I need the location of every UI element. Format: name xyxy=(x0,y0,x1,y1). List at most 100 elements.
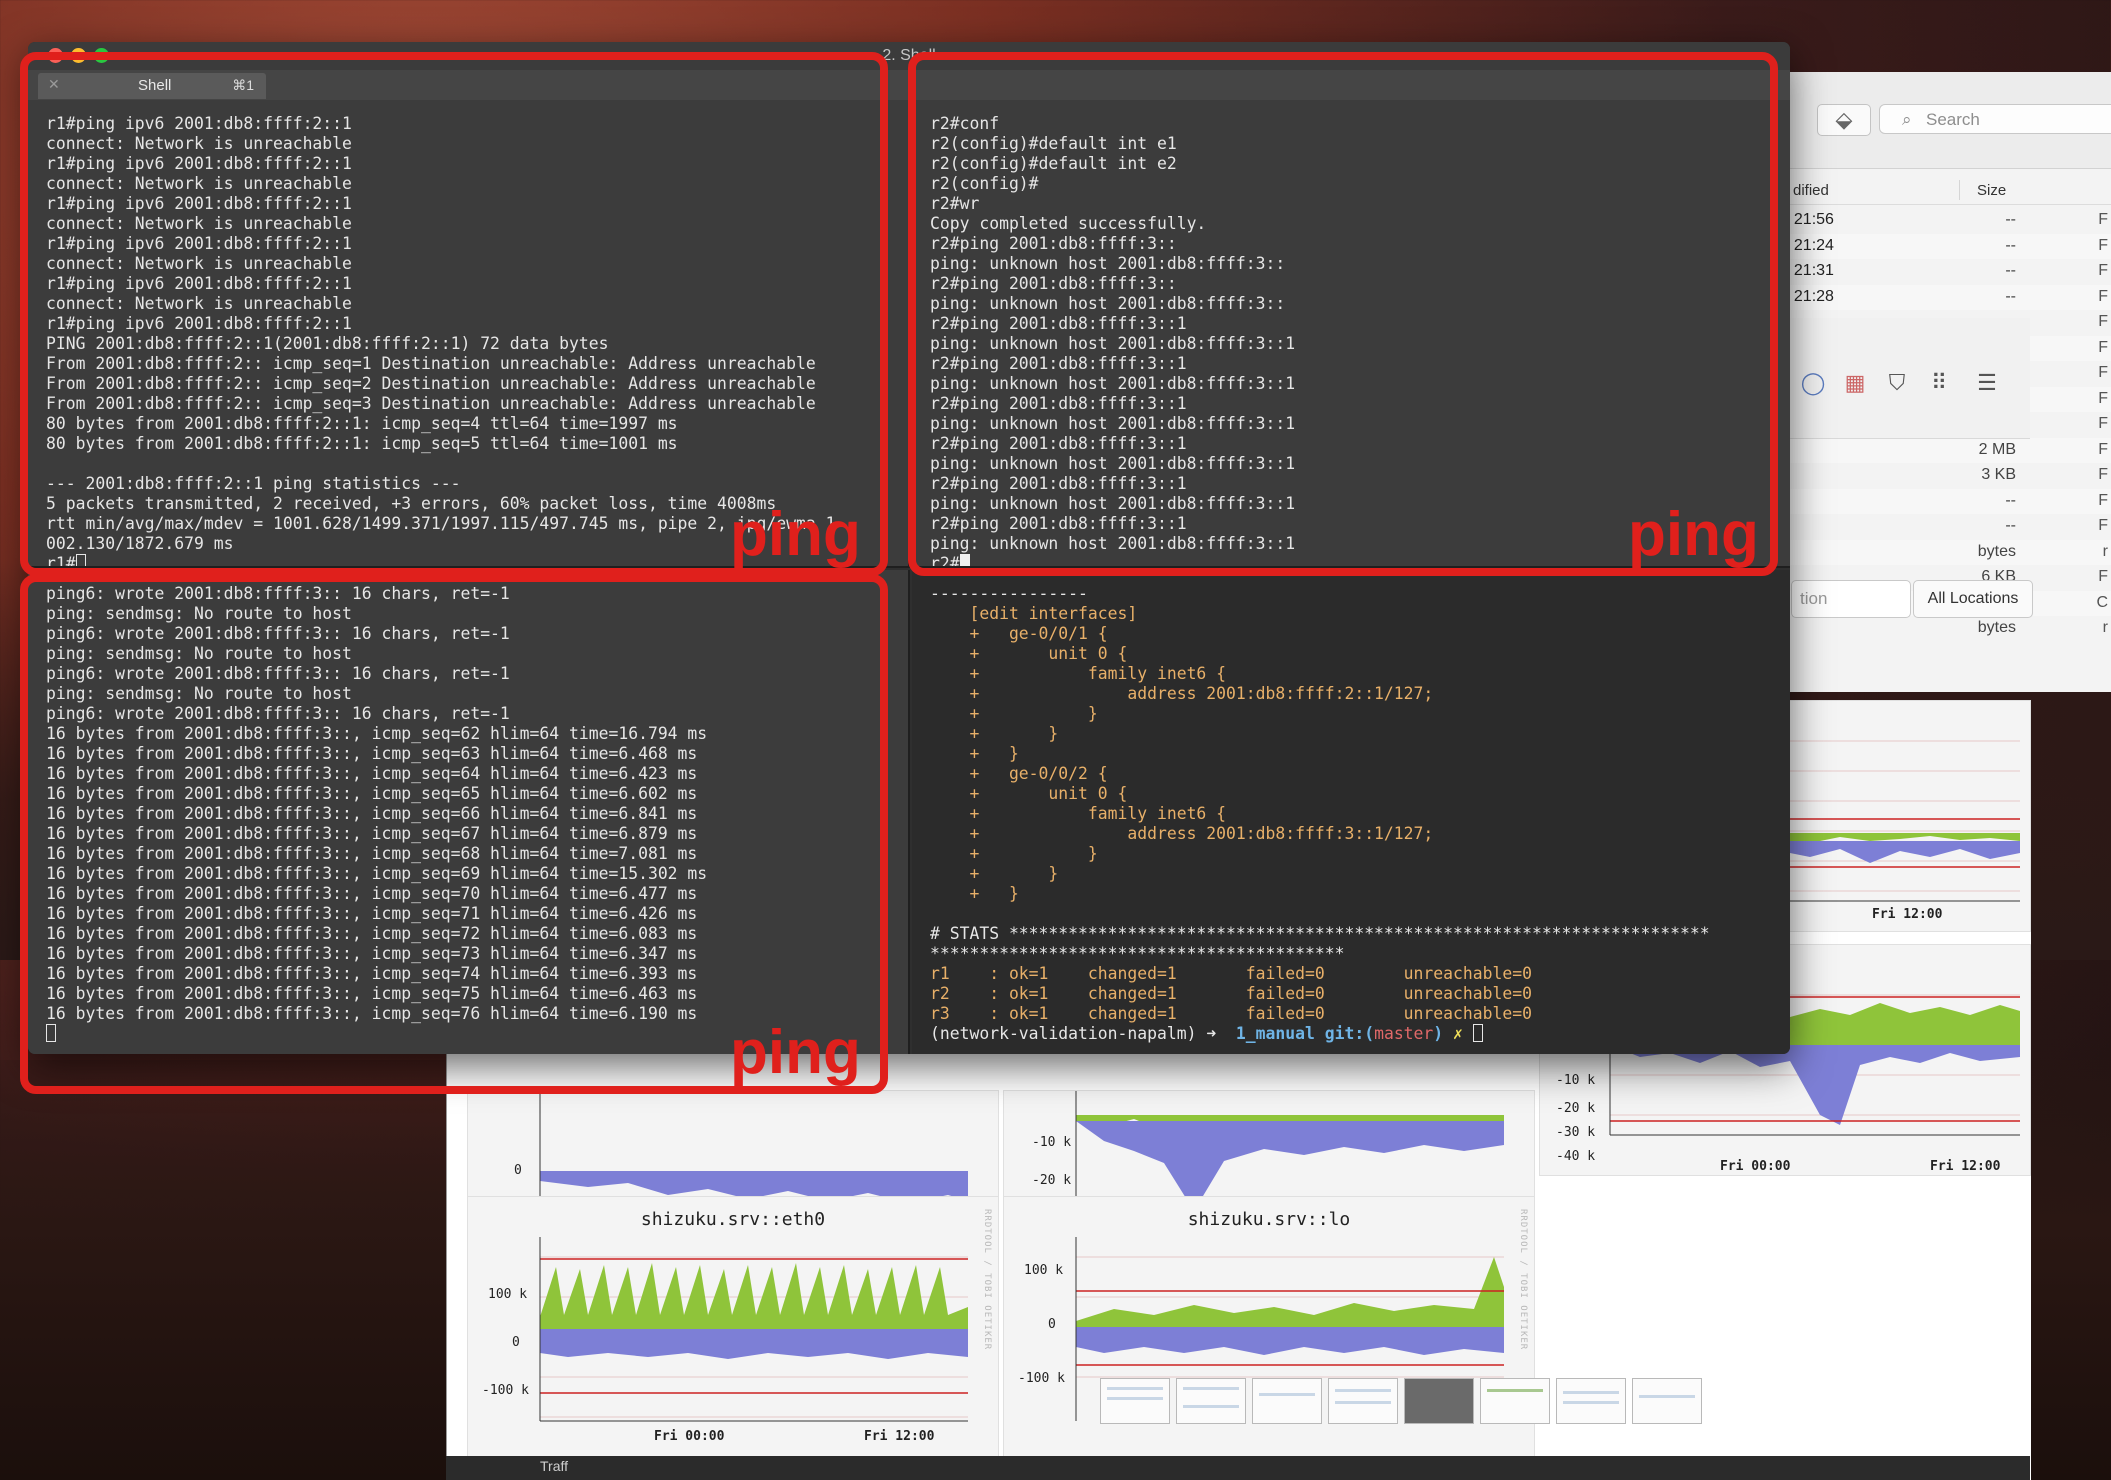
row-kind: F xyxy=(2098,236,2108,254)
terminal-line: # STATS ********************************… xyxy=(930,924,1710,943)
extension-icon[interactable]: ▦ xyxy=(1842,370,1868,396)
window-thumbnail-active[interactable] xyxy=(1404,1378,1474,1424)
finder-row[interactable]: bytes r xyxy=(1781,539,2111,565)
prompt-git: git:( xyxy=(1324,1024,1375,1043)
row-size: -- xyxy=(2005,236,2016,254)
terminal-line: r2 : ok=1 changed=1 failed=0 unreachable… xyxy=(930,984,1532,1003)
y-tick-label: 0 xyxy=(1048,1317,1056,1332)
terminal-line: r1 : ok=1 changed=1 failed=0 unreachable… xyxy=(930,964,1532,983)
window-thumbnail[interactable] xyxy=(1252,1378,1322,1424)
row-size: -- xyxy=(2005,491,2016,509)
row-kind: F xyxy=(2098,389,2108,407)
finder-row[interactable]: 2 MB F xyxy=(1781,437,2111,463)
terminal-line: + address 2001:db8:ffff:2::1/127; xyxy=(930,684,1434,703)
row-kind: F xyxy=(2098,338,2108,356)
y-tick-label: 0 xyxy=(512,1335,520,1350)
prompt-env: (network-validation-napalm) xyxy=(930,1024,1207,1043)
finder-row[interactable]: t 21:24 -- F xyxy=(1781,233,2111,259)
y-tick-label: -10 k xyxy=(1032,1135,1072,1150)
text-cursor xyxy=(1472,1024,1483,1042)
browser-footer: Traff xyxy=(446,1456,2030,1480)
row-kind: r xyxy=(2102,542,2108,560)
prompt-arrow: ➜ xyxy=(1206,1024,1236,1043)
y-tick-label: -10 k xyxy=(1556,1073,1596,1088)
window-thumbnail[interactable] xyxy=(1480,1378,1550,1424)
x-tick-label: Fri 12:00 xyxy=(1930,1159,2001,1174)
row-kind: F xyxy=(2098,491,2108,509)
annotation-label-ping: ping xyxy=(730,1018,861,1087)
terminal-line: r3 : ok=1 changed=1 failed=0 unreachable… xyxy=(930,1004,1532,1023)
browser-toolbar: ◯ ▦ ⛉ ⠿ ☰ xyxy=(1780,318,2030,439)
row-kind: F xyxy=(2098,313,2108,330)
finder-location-bar: tion All Locations xyxy=(1781,572,2111,630)
window-thumbnail[interactable] xyxy=(1632,1378,1702,1424)
prompt-git-close: ) xyxy=(1433,1024,1454,1043)
row-kind: F xyxy=(2098,466,2108,483)
location-field[interactable]: tion xyxy=(1791,580,1911,618)
graph-shizuku-lo: shizuku.srv::lo RRDTOOL / TOBI OETIKER 1… xyxy=(1003,1196,1535,1466)
prompt-branch: master xyxy=(1374,1024,1434,1043)
finder-toolbar: ⬙ ⌕ Search xyxy=(1781,72,2111,169)
terminal-line: + family inet6 { xyxy=(930,664,1227,683)
finder-row[interactable]: t 21:56 -- F xyxy=(1781,208,2111,234)
column-modified[interactable]: dified xyxy=(1793,182,1829,199)
row-size: 3 KB xyxy=(1981,466,2016,483)
row-size: bytes xyxy=(1977,542,2016,560)
annotation-label-ping: ping xyxy=(1628,500,1759,569)
terminal-line: + } xyxy=(930,844,1098,863)
finder-column-header: dified Size xyxy=(1781,176,2111,205)
y-tick-label: -20 k xyxy=(1556,1101,1596,1116)
terminal-pane-bottom-right[interactable]: ---------------- [edit interfaces] + ge-… xyxy=(912,570,1790,1054)
annotation-box-bottom-left xyxy=(20,574,888,1094)
x-tick-label: Fri 12:00 xyxy=(1872,907,1943,922)
row-kind: F xyxy=(2098,287,2108,305)
window-thumbnail[interactable] xyxy=(1328,1378,1398,1424)
shield-extension-icon[interactable]: ⛉ xyxy=(1884,370,1910,396)
finder-search-field[interactable]: ⌕ Search xyxy=(1879,104,2111,134)
finder-row[interactable]: 3 KB F xyxy=(1781,463,2111,489)
prompt-dirty-marker: ✗ xyxy=(1453,1024,1473,1043)
menu-icon[interactable]: ☰ xyxy=(1974,370,2000,396)
finder-row[interactable]: -- F xyxy=(1781,514,2111,540)
row-kind: F xyxy=(2098,364,2108,381)
row-size: 2 MB xyxy=(1978,440,2016,458)
row-kind: F xyxy=(2098,415,2108,432)
graph-shizuku-eth0: shizuku.srv::eth0 RRDTOOL / TOBI OETIKER… xyxy=(467,1196,999,1466)
apps-grid-icon[interactable]: ⠿ xyxy=(1926,370,1952,396)
dropbox-menu-icon[interactable]: ⬙ xyxy=(1817,104,1871,136)
terminal-line: + unit 0 { xyxy=(930,644,1128,663)
terminal-line: [edit interfaces] xyxy=(930,604,1138,623)
terminal-line: + address 2001:db8:ffff:3::1/127; xyxy=(930,824,1434,843)
y-tick-label: -30 k xyxy=(1556,1125,1596,1140)
row-kind: F xyxy=(2098,262,2108,279)
row-kind: F xyxy=(2098,440,2108,458)
finder-row[interactable]: -- F xyxy=(1781,488,2111,514)
terminal-line: + } xyxy=(930,744,1019,763)
window-thumbnail[interactable] xyxy=(1176,1378,1246,1424)
shell-prompt: (network-validation-napalm) ➜ 1_manual g… xyxy=(930,1024,1710,1044)
terminal-line: ---------------- xyxy=(930,584,1088,603)
footer-text: Traff xyxy=(540,1458,569,1474)
column-size[interactable]: Size xyxy=(1977,182,2006,199)
all-locations-button[interactable]: All Locations xyxy=(1913,580,2033,618)
row-modified: t 21:31 xyxy=(1785,262,1834,279)
terminal-line: + ge-0/0/1 { xyxy=(930,624,1108,643)
row-size: -- xyxy=(2005,287,2016,305)
row-modified: t 21:56 xyxy=(1785,211,1834,228)
circle-extension-icon[interactable]: ◯ xyxy=(1800,370,1826,396)
y-tick-label: -100 k xyxy=(482,1383,529,1398)
y-tick-label: -40 k xyxy=(1556,1149,1596,1164)
x-tick-label: Fri 00:00 xyxy=(654,1429,725,1444)
terminal-line: + } xyxy=(930,864,1059,883)
row-kind: F xyxy=(2098,517,2108,534)
terminal-line: + unit 0 { xyxy=(930,784,1128,803)
finder-row[interactable]: t 21:31 -- F xyxy=(1781,259,2111,285)
terminal-line: + family inet6 { xyxy=(930,804,1227,823)
finder-row[interactable]: t 21:28 -- F xyxy=(1781,284,2111,310)
y-tick-label: -100 k xyxy=(1018,1371,1065,1386)
window-thumbnail[interactable] xyxy=(1556,1378,1626,1424)
annotation-box-top-left xyxy=(20,52,888,576)
window-thumbnail[interactable] xyxy=(1100,1378,1170,1424)
terminal-line: + } xyxy=(930,704,1098,723)
